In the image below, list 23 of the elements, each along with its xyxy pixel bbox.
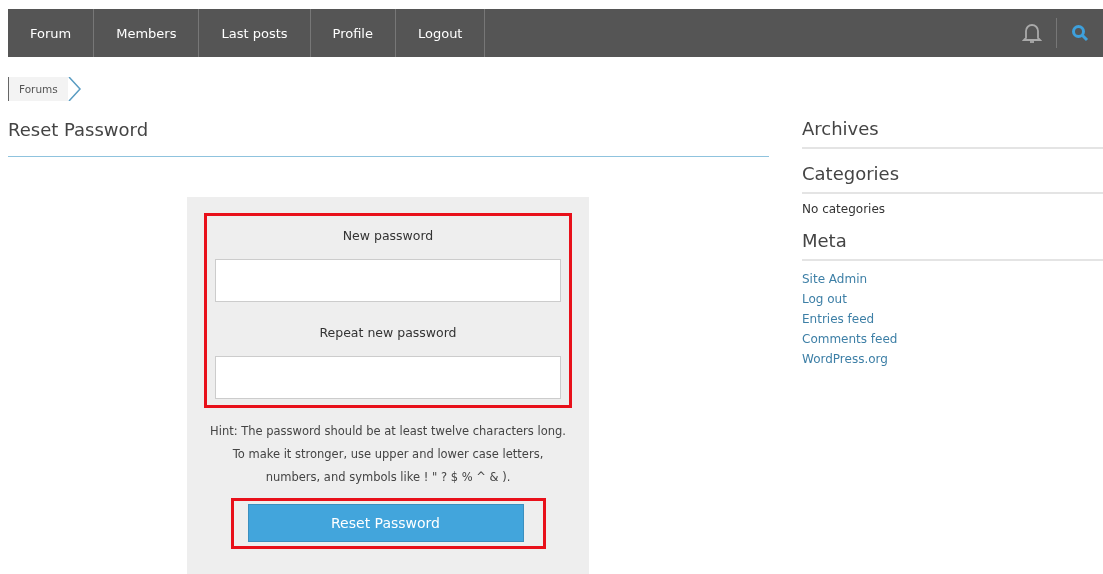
nav-item[interactable]: Last posts — [199, 9, 311, 57]
widget-title: Meta — [802, 230, 1103, 261]
password-field[interactable] — [215, 356, 561, 399]
widget-text: No categories — [802, 202, 887, 216]
nav-item[interactable]: Logout — [395, 9, 486, 57]
sidebar-link[interactable]: Comments feed — [802, 329, 1103, 349]
chevron-icon — [67, 77, 82, 101]
nav-item[interactable]: Profile — [310, 9, 396, 57]
sidebar-link[interactable]: Site Admin — [802, 269, 1103, 289]
field-label: New password — [342, 228, 434, 243]
widget-title: Categories — [802, 163, 1103, 194]
nav-item[interactable]: Forum — [8, 9, 95, 57]
field-label: Repeat new password — [319, 325, 457, 340]
page-title: Reset Password — [8, 119, 769, 157]
sidebar-link[interactable]: WordPress.org — [802, 349, 1103, 369]
sidebar-link[interactable]: Entries feed — [802, 309, 1103, 329]
hint-text: Hint: The password should be at least twelve characters long. To make it stronger, use upper and lower case letters, numbers, and symbols like ! " ? $ % ^ & ). — [210, 423, 566, 486]
sidebar-link[interactable]: Log out — [802, 289, 1103, 309]
bell-icon[interactable] — [1022, 22, 1042, 44]
nav-item[interactable]: Members — [94, 9, 200, 57]
search-icon[interactable] — [1071, 24, 1089, 42]
password-field[interactable] — [215, 259, 561, 302]
widget-title: Archives — [802, 118, 1103, 149]
